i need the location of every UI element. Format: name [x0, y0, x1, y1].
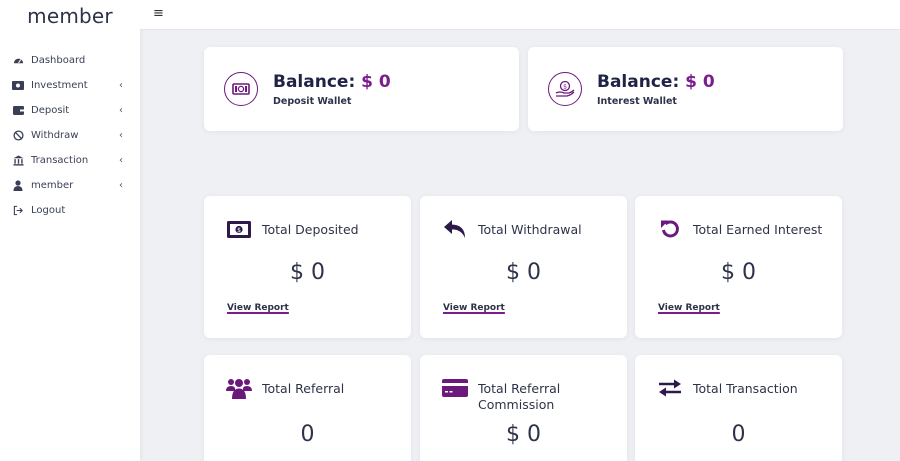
stat-value: $ 0 [506, 422, 541, 447]
deposit-wallet-card: Balance: $ 0 Deposit Wallet [204, 47, 519, 131]
total-referral-commission-card: Total Referral Commission $ 0 [420, 355, 627, 461]
total-earned-interest-card: Total Earned Interest $ 0 View Report [635, 196, 842, 338]
sidebar-item-label: Logout [31, 205, 66, 216]
chevron-left-icon: ‹ [119, 105, 123, 116]
view-report-link[interactable]: View Report [227, 303, 289, 313]
stat-title: Total Withdrawal [478, 222, 582, 237]
sidebar-item-member[interactable]: member ‹ [0, 173, 140, 198]
interest-wallet-card: $ Balance: $ 0 Interest Wallet [528, 47, 843, 131]
sidebar-item-label: Deposit [31, 105, 70, 116]
exchange-icon [657, 375, 683, 401]
bank-icon [12, 155, 24, 167]
stat-value: 0 [731, 422, 746, 447]
total-deposited-card: $ Total Deposited $ 0 View Report [204, 196, 411, 338]
total-referral-card: Total Referral 0 [204, 355, 411, 461]
credit-card-icon [442, 375, 468, 401]
sidebar: member Dashboard Investment ‹ Deposit ‹ [0, 0, 140, 461]
chevron-left-icon: ‹ [119, 155, 123, 166]
chevron-left-icon: ‹ [119, 130, 123, 141]
ban-icon [12, 130, 24, 142]
top-bar: ≡ [140, 0, 900, 30]
balance-amount: $ 0 [685, 72, 715, 92]
logout-icon [12, 205, 24, 217]
sidebar-item-deposit[interactable]: Deposit ‹ [0, 98, 140, 123]
total-withdrawal-card: Total Withdrawal $ 0 View Report [420, 196, 627, 338]
sidebar-item-label: member [31, 180, 74, 191]
chevron-left-icon: ‹ [119, 80, 123, 91]
user-icon [12, 180, 24, 192]
view-report-link[interactable]: View Report [443, 303, 505, 313]
sidebar-item-investment[interactable]: Investment ‹ [0, 73, 140, 98]
stat-value: $ 0 [506, 260, 541, 285]
stat-title: Total Referral Commission [478, 381, 561, 412]
money-icon [12, 80, 24, 92]
users-icon [226, 375, 252, 401]
stat-title: Total Deposited [262, 222, 359, 237]
wallet-name: Interest Wallet [597, 96, 677, 107]
svg-text:$: $ [563, 83, 567, 90]
balance-label: Balance: [273, 72, 356, 92]
wallet-icon [12, 105, 24, 117]
balance-amount: $ 0 [361, 72, 391, 92]
sidebar-item-label: Withdraw [31, 130, 79, 141]
menu-toggle-icon[interactable]: ≡ [153, 6, 164, 21]
wallet-name: Deposit Wallet [273, 96, 352, 107]
sidebar-item-label: Investment [31, 80, 88, 91]
balance-label: Balance: [597, 72, 680, 92]
reply-arrow-icon [442, 216, 468, 242]
stat-value: 0 [300, 422, 315, 447]
dashboard-icon [12, 55, 24, 67]
view-report-link[interactable]: View Report [658, 303, 720, 313]
cash-icon: $ [226, 216, 252, 242]
brand-logo[interactable]: member [0, 0, 140, 32]
total-transaction-card: Total Transaction 0 [635, 355, 842, 461]
sidebar-item-label: Transaction [31, 155, 89, 166]
stat-value: $ 0 [721, 260, 756, 285]
sidebar-nav: Dashboard Investment ‹ Deposit ‹ Withdra… [0, 48, 140, 223]
balance-text: Balance: $ 0 [597, 72, 715, 92]
stat-value: $ 0 [290, 260, 325, 285]
coin-hand-icon: $ [548, 72, 582, 106]
svg-text:$: $ [237, 226, 241, 233]
stat-title: Total Transaction [693, 381, 798, 396]
stat-title: Total Earned Interest [693, 222, 823, 237]
sidebar-item-logout[interactable]: Logout [0, 198, 140, 223]
sidebar-item-transaction[interactable]: Transaction ‹ [0, 148, 140, 173]
undo-icon [657, 216, 683, 242]
cash-icon [224, 72, 258, 106]
sidebar-item-label: Dashboard [31, 55, 86, 66]
chevron-left-icon: ‹ [119, 180, 123, 191]
balance-text: Balance: $ 0 [273, 72, 391, 92]
sidebar-item-withdraw[interactable]: Withdraw ‹ [0, 123, 140, 148]
sidebar-item-dashboard[interactable]: Dashboard [0, 48, 140, 73]
stat-title: Total Referral [262, 381, 345, 396]
